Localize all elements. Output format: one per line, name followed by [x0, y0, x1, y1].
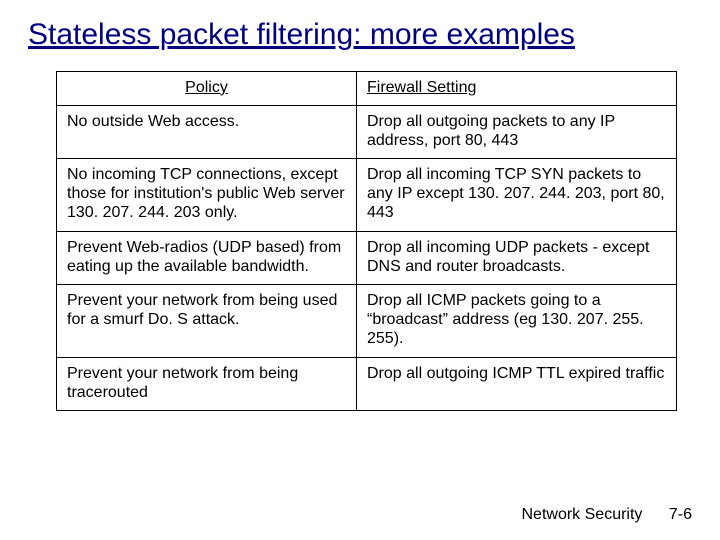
policy-cell: Prevent your network from being tracerou… — [57, 357, 357, 410]
setting-cell: Drop all ICMP packets going to a “broadc… — [357, 285, 677, 358]
slide-title: Stateless packet filtering: more example… — [28, 18, 692, 53]
table-row: Prevent Web-radios (UDP based) from eati… — [57, 231, 677, 284]
policy-cell: No outside Web access. — [57, 105, 357, 158]
table-row: No incoming TCP connections, except thos… — [57, 159, 677, 232]
setting-cell: Drop all incoming TCP SYN packets to any… — [357, 159, 677, 232]
policy-table: Policy Firewall Setting No outside Web a… — [56, 71, 677, 411]
table-header-row: Policy Firewall Setting — [57, 71, 677, 105]
policy-cell: No incoming TCP connections, except thos… — [57, 159, 357, 232]
setting-cell: Drop all outgoing ICMP TTL expired traff… — [357, 357, 677, 410]
table-row: No outside Web access. Drop all outgoing… — [57, 105, 677, 158]
slide: Stateless packet filtering: more example… — [0, 0, 720, 540]
header-policy: Policy — [57, 71, 357, 105]
setting-cell: Drop all incoming UDP packets - except D… — [357, 231, 677, 284]
policy-cell: Prevent Web-radios (UDP based) from eati… — [57, 231, 357, 284]
table-row: Prevent your network from being tracerou… — [57, 357, 677, 410]
footer-page: 7-6 — [669, 506, 692, 523]
policy-cell: Prevent your network from being used for… — [57, 285, 357, 358]
setting-cell: Drop all outgoing packets to any IP addr… — [357, 105, 677, 158]
header-setting: Firewall Setting — [357, 71, 677, 105]
footer-label: Network Security — [522, 506, 643, 523]
footer: Network Security 7-6 — [522, 506, 693, 524]
table-row: Prevent your network from being used for… — [57, 285, 677, 358]
